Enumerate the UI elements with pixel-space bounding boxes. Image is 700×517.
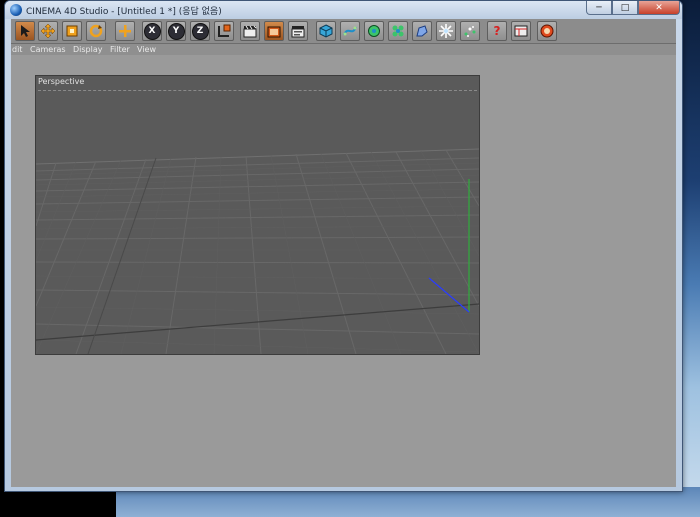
main-toolbar: X Y Z ? <box>11 19 676 44</box>
menu-view[interactable]: View <box>137 44 156 55</box>
layout-manager-button[interactable] <box>511 21 531 41</box>
render-settings-button[interactable] <box>288 21 308 41</box>
menu-edit[interactable]: dit <box>12 44 22 55</box>
cube-icon <box>319 24 333 38</box>
add-nurbs-button[interactable] <box>364 21 384 41</box>
spline-pen-icon <box>343 26 357 36</box>
clapperboard-icon <box>243 25 257 38</box>
scale-tool-button[interactable] <box>62 21 82 41</box>
z-axis-lock-button[interactable]: Z <box>190 21 210 41</box>
y-axis-label: Y <box>167 22 185 40</box>
x-axis-label: X <box>143 22 161 40</box>
render-settings-icon <box>291 26 305 38</box>
bodypaint-button[interactable] <box>537 21 557 41</box>
layout-grid-icon <box>514 25 528 37</box>
render-to-picture-viewer-button[interactable] <box>264 21 284 41</box>
add-particles-button[interactable] <box>460 21 480 41</box>
window-title: CINEMA 4D Studio - [Untitled 1 *] (응답 없음… <box>26 7 222 17</box>
maximize-button[interactable]: □ <box>612 1 638 15</box>
rotate-icon <box>89 24 103 38</box>
snowflake-icon <box>439 24 453 38</box>
move-tool-button[interactable] <box>38 21 58 41</box>
y-axis-lock-button[interactable]: Y <box>166 21 186 41</box>
paint-ball-icon <box>540 24 554 38</box>
rotate-tool-button[interactable] <box>86 21 106 41</box>
menu-cameras[interactable]: Cameras <box>30 44 66 55</box>
viewport-menubar: dit Cameras Display Filter View <box>11 44 676 55</box>
array-cloner-icon <box>392 25 404 37</box>
add-environment-button[interactable] <box>436 21 456 41</box>
live-selection-button[interactable] <box>115 21 135 41</box>
scale-box-icon <box>66 25 78 37</box>
coordinate-system-button[interactable] <box>214 21 234 41</box>
minimize-button[interactable]: ─ <box>586 1 612 15</box>
help-question-icon: ? <box>493 24 501 38</box>
add-spline-button[interactable] <box>340 21 360 41</box>
nurbs-gear-icon <box>368 25 380 37</box>
select-tool-button[interactable] <box>15 21 35 41</box>
perspective-viewport[interactable]: Perspective <box>35 75 480 355</box>
viewport-label: Perspective <box>38 77 85 86</box>
help-pointer-button[interactable]: ? <box>487 21 507 41</box>
deformer-bend-icon <box>416 25 428 37</box>
add-array-button[interactable] <box>388 21 408 41</box>
cursor-arrow-icon <box>21 25 30 37</box>
z-axis-label: Z <box>191 22 209 40</box>
particles-icon <box>464 26 476 37</box>
cinema4d-window: CINEMA 4D Studio - [Untitled 1 *] (응답 없음… <box>4 0 683 492</box>
add-deformer-button[interactable] <box>412 21 432 41</box>
plus-crosshair-icon <box>119 25 131 37</box>
floor-grid <box>36 148 479 354</box>
menu-filter[interactable]: Filter <box>110 44 130 55</box>
cinema4d-app-icon[interactable] <box>10 4 22 16</box>
window-controls: ─ □ ✕ <box>586 1 680 15</box>
title-bar[interactable]: CINEMA 4D Studio - [Untitled 1 *] (응답 없음… <box>5 1 682 19</box>
safe-frame-line <box>38 90 477 91</box>
add-cube-button[interactable] <box>316 21 336 41</box>
render-picture-icon <box>267 26 281 38</box>
coordinate-system-icon <box>218 24 231 37</box>
menu-display[interactable]: Display <box>73 44 103 55</box>
move-arrows-icon <box>40 23 56 39</box>
x-axis-lock-button[interactable]: X <box>142 21 162 41</box>
client-area: X Y Z ? dit Cameras Display Filter View … <box>11 19 676 487</box>
render-view-button[interactable] <box>240 21 260 41</box>
close-button[interactable]: ✕ <box>638 1 680 15</box>
